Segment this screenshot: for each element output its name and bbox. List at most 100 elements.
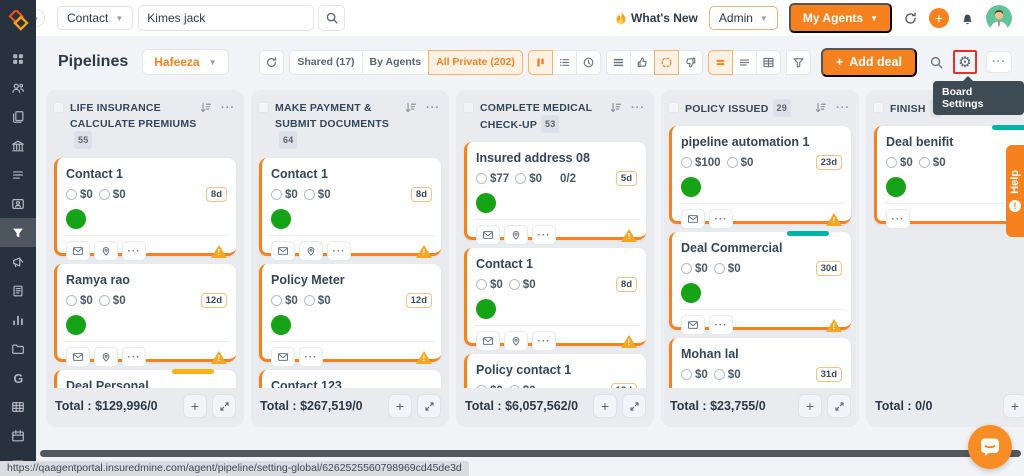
column-menu-icon[interactable]: ···: [221, 102, 235, 114]
expand-column-button[interactable]: [417, 394, 441, 418]
card-more-icon[interactable]: ···: [532, 331, 556, 351]
kanban-view-icon[interactable]: [527, 49, 553, 75]
sidebar-item-folder-icon[interactable]: [0, 334, 36, 363]
card-mail-icon[interactable]: [66, 241, 90, 261]
sidebar-item-marketing-megaphone-icon[interactable]: [0, 247, 36, 276]
grid-rows-icon[interactable]: [755, 49, 781, 75]
thumbs-up-icon[interactable]: [629, 49, 655, 75]
quick-add-button[interactable]: +: [929, 8, 949, 28]
sort-icon[interactable]: [199, 101, 212, 114]
column-menu-icon[interactable]: ···: [631, 102, 645, 114]
add-card-button[interactable]: +: [388, 394, 412, 418]
deal-card[interactable]: Policy contact 1 $0 $0 12d ···: [464, 354, 646, 388]
add-card-button[interactable]: +: [183, 394, 207, 418]
assignee-avatar[interactable]: [681, 177, 701, 197]
card-pin-icon[interactable]: [504, 225, 528, 245]
board-settings-gear-icon[interactable]: ⚙: [953, 50, 977, 74]
search-submit-button[interactable]: [318, 5, 346, 31]
user-avatar[interactable]: [986, 5, 1012, 31]
deal-card[interactable]: Contact 1 $0 $0 8d ···: [54, 158, 236, 261]
refresh-icon[interactable]: [903, 11, 918, 26]
compact-rows-icon[interactable]: [707, 49, 733, 75]
history-icon[interactable]: [575, 49, 601, 75]
sort-icon[interactable]: [814, 101, 827, 114]
card-more-icon[interactable]: ···: [886, 209, 910, 229]
global-search-input[interactable]: [138, 5, 315, 31]
deal-card[interactable]: Deal benifit $0 $0 28d ···: [874, 125, 1024, 229]
sidebar-item-table-icon[interactable]: [0, 392, 36, 421]
medium-rows-icon[interactable]: [731, 49, 757, 75]
sidebar-item-dashboard-icon[interactable]: [0, 44, 36, 73]
card-mail-icon[interactable]: [271, 241, 295, 261]
sort-icon[interactable]: [609, 101, 622, 114]
my-agents-button[interactable]: My Agents ▼: [788, 3, 892, 33]
list-view-icon[interactable]: [551, 49, 577, 75]
assignee-avatar[interactable]: [681, 283, 701, 303]
card-more-icon[interactable]: ···: [327, 241, 351, 261]
deal-card[interactable]: Ramya rao $0 $0 12d ···: [54, 264, 236, 367]
filter-chip[interactable]: By Agents: [361, 49, 430, 75]
filter-icon[interactable]: [785, 49, 811, 75]
assignee-avatar[interactable]: [66, 315, 86, 335]
search-board-icon[interactable]: [929, 55, 944, 70]
deal-card[interactable]: pipeline automation 1 $100 $0 23d ···: [669, 126, 851, 229]
chat-widget-button[interactable]: [968, 425, 1012, 469]
board-selector-dropdown[interactable]: Hafeeza ▼: [142, 49, 229, 75]
sidebar-item-google-icon[interactable]: G: [0, 363, 36, 392]
card-more-icon[interactable]: ···: [299, 347, 323, 367]
insuredmine-logo-icon[interactable]: [0, 0, 36, 44]
column-menu-icon[interactable]: ···: [426, 102, 440, 114]
column-select-checkbox[interactable]: [258, 102, 269, 113]
column-select-checkbox[interactable]: [53, 102, 64, 113]
column-select-checkbox[interactable]: [873, 102, 884, 113]
deal-card[interactable]: Mohan lal $0 $0 31d ···: [669, 338, 851, 388]
add-card-button[interactable]: +: [593, 394, 617, 418]
assignee-avatar[interactable]: [476, 193, 496, 213]
card-mail-icon[interactable]: [476, 331, 500, 351]
sidebar-item-list-icon[interactable]: [0, 160, 36, 189]
horizontal-scrollbar[interactable]: [40, 450, 1021, 457]
deal-card[interactable]: Deal Commercial $0 $0 30d ···: [669, 231, 851, 335]
whats-new-link[interactable]: What's New: [615, 11, 698, 25]
sidebar-item-contacts-icon[interactable]: [0, 73, 36, 102]
menu-lines-icon[interactable]: [605, 49, 631, 75]
column-select-checkbox[interactable]: [668, 102, 679, 113]
filter-chip[interactable]: Shared (17): [289, 49, 363, 75]
assignee-avatar[interactable]: [66, 209, 86, 229]
expand-column-button[interactable]: [212, 394, 236, 418]
deal-card[interactable]: Contact 123 $0 $0 22d ···: [259, 370, 441, 388]
expand-column-button[interactable]: [622, 394, 646, 418]
deal-card[interactable]: Contact 1 $0 $0 8d ···: [259, 158, 441, 261]
filter-chip[interactable]: All Private (202): [428, 49, 523, 75]
column-select-checkbox[interactable]: [463, 102, 474, 113]
search-category-dropdown[interactable]: Contact ▼: [57, 6, 134, 30]
card-mail-icon[interactable]: [681, 209, 705, 229]
help-tab[interactable]: Help !: [1006, 145, 1024, 237]
card-pin-icon[interactable]: [94, 347, 118, 367]
card-mail-icon[interactable]: [476, 225, 500, 245]
column-menu-icon[interactable]: ···: [836, 102, 850, 114]
sidebar-item-carrier-bank-icon[interactable]: [0, 131, 36, 160]
sidebar-item-calendar-icon[interactable]: [0, 421, 36, 450]
card-pin-icon[interactable]: [299, 241, 323, 261]
card-pin-icon[interactable]: [94, 241, 118, 261]
card-mail-icon[interactable]: [681, 315, 705, 335]
assignee-avatar[interactable]: [271, 315, 291, 335]
role-dropdown[interactable]: Admin ▼: [708, 6, 778, 30]
assignee-avatar[interactable]: [271, 209, 291, 229]
board-more-options-icon[interactable]: ···: [986, 51, 1012, 73]
refresh-board-icon[interactable]: [259, 49, 285, 75]
thumbs-down-icon[interactable]: [677, 49, 703, 75]
sort-icon[interactable]: [404, 101, 417, 114]
card-mail-icon[interactable]: [66, 347, 90, 367]
sidebar-item-analytics-icon[interactable]: [0, 305, 36, 334]
progress-spinner-icon[interactable]: [653, 49, 679, 75]
expand-column-button[interactable]: [827, 394, 851, 418]
card-more-icon[interactable]: ···: [709, 315, 733, 335]
add-deal-button[interactable]: + Add deal: [820, 47, 917, 77]
assignee-avatar[interactable]: [886, 177, 906, 197]
deal-card[interactable]: Policy Meter $0 $0 12d ···: [259, 264, 441, 367]
sidebar-item-contact-card-icon[interactable]: [0, 189, 36, 218]
deal-card[interactable]: Deal Personal $0 $0 30d ···: [54, 369, 236, 388]
sidebar-item-documents-icon[interactable]: [0, 102, 36, 131]
